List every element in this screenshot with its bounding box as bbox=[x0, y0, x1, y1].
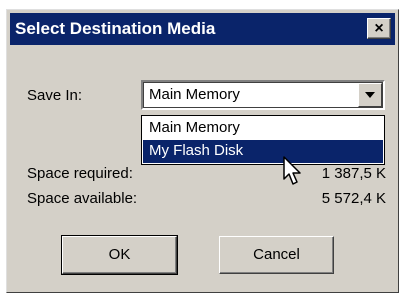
close-icon: × bbox=[374, 20, 384, 37]
save-in-label: Save In: bbox=[27, 87, 83, 104]
dialog-title: Select Destination Media bbox=[15, 19, 216, 38]
option-my-flash-disk[interactable]: My Flash Disk bbox=[143, 140, 383, 163]
space-required-label: Space required: bbox=[27, 165, 133, 182]
save-in-selected-value: Main Memory bbox=[149, 86, 240, 103]
title-bar: Select Destination Media × bbox=[10, 13, 395, 45]
option-main-memory[interactable]: Main Memory bbox=[143, 117, 383, 140]
chevron-down-icon bbox=[365, 92, 375, 98]
space-available-value: 5 572,4 K bbox=[321, 190, 386, 207]
cancel-button[interactable]: Cancel bbox=[219, 236, 334, 274]
save-in-dropdown-list: Main Memory My Flash Disk bbox=[141, 115, 385, 165]
space-available-label: Space available: bbox=[27, 190, 138, 207]
save-in-combobox[interactable]: Main Memory bbox=[141, 80, 385, 110]
space-required-value: 1 387,5 K bbox=[321, 165, 386, 182]
select-destination-dialog: Select Destination Media × Save In: Spac… bbox=[6, 9, 399, 293]
ok-button[interactable]: OK bbox=[61, 235, 178, 275]
mouse-cursor-icon bbox=[283, 156, 301, 185]
dropdown-button[interactable] bbox=[358, 83, 382, 107]
close-button[interactable]: × bbox=[367, 18, 391, 39]
